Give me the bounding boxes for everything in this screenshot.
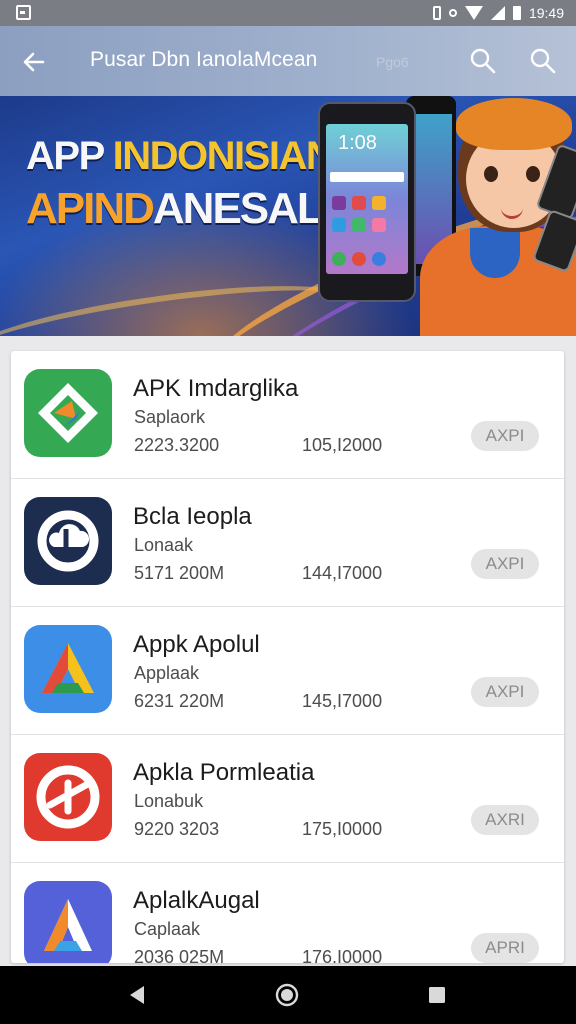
- app-downloads: 144,I7000: [302, 563, 383, 583]
- green-diamond-icon: [24, 369, 112, 457]
- search-alt-button[interactable]: [528, 46, 560, 78]
- nav-back-button[interactable]: [124, 982, 150, 1008]
- install-button[interactable]: AXRI: [471, 805, 539, 835]
- list-item[interactable]: Apkla Pormleatia Lonabuk 9220 3203 175,I…: [11, 735, 564, 863]
- search-button[interactable]: [468, 46, 500, 78]
- nav-home-button[interactable]: [274, 982, 300, 1008]
- tricolor-a-icon: [24, 625, 112, 713]
- app-size: 2223.3200: [134, 435, 220, 455]
- app-list: APK Imdarglika Saplaork 2223.3200 105,I2…: [11, 351, 564, 963]
- search-icon: [470, 48, 496, 74]
- app-developer: Saplaork: [134, 407, 206, 427]
- app-developer: Lonabuk: [134, 791, 204, 811]
- app-size: 9220 3203: [134, 819, 220, 839]
- list-item[interactable]: Appk Apolul Applaak 6231 220M 145,I7000 …: [11, 607, 564, 735]
- list-item[interactable]: AplalkAugal Caplaak 2036 025M 176,I0000 …: [11, 863, 564, 963]
- gallery-notification-icon: [16, 5, 31, 20]
- app-bar: Pusar Dbn IanolaMcean Pgo6: [0, 26, 576, 96]
- status-bar: 19:49: [0, 0, 576, 26]
- nav-recents-button[interactable]: [424, 982, 450, 1008]
- phone-illustration: 1:08: [318, 102, 416, 302]
- app-downloads: 175,I0000: [302, 819, 383, 839]
- arrow-left-icon: [23, 52, 45, 72]
- app-downloads: 176,I0000: [302, 947, 383, 963]
- page-title: Pusar Dbn IanolaMcean: [90, 48, 318, 71]
- banner-headline: APP INDONISIAN: [26, 134, 335, 178]
- purple-a-icon: [24, 881, 112, 963]
- search-icon: [530, 48, 556, 74]
- circle-home-icon: [275, 983, 299, 1007]
- app-bar-faint-label: Pgo6: [376, 54, 409, 70]
- app-developer: Applaak: [134, 663, 200, 683]
- app-name: APK Imdarglika: [133, 375, 299, 402]
- app-size: 2036 025M: [134, 947, 225, 963]
- wifi-icon: [464, 6, 483, 20]
- triangle-back-icon: [130, 986, 144, 1004]
- app-developer: Lonaak: [134, 535, 194, 555]
- app-name: Appk Apolul: [133, 631, 260, 658]
- list-item[interactable]: Bcla Ieopla Lonaak 5171 200M 144,I7000 A…: [11, 479, 564, 607]
- status-time: 19:49: [528, 5, 564, 21]
- battery-icon: [512, 6, 521, 20]
- square-recents-icon: [429, 987, 445, 1003]
- install-button[interactable]: APRI: [471, 933, 539, 963]
- app-developer: Caplaak: [134, 919, 201, 939]
- promo-banner[interactable]: APP INDONISIAN APINDANESAL 1:08: [0, 96, 576, 336]
- sync-icon: [448, 9, 457, 17]
- install-button[interactable]: AXPI: [471, 421, 539, 451]
- back-button[interactable]: [18, 46, 50, 78]
- system-nav-bar: [0, 966, 576, 1024]
- app-size: 6231 220M: [134, 691, 225, 711]
- app-downloads: 105,I2000: [302, 435, 383, 455]
- signal-icon: [490, 6, 505, 20]
- red-ring-icon: [24, 753, 112, 841]
- install-button[interactable]: AXPI: [471, 549, 539, 579]
- install-button[interactable]: AXPI: [471, 677, 539, 707]
- banner-subheadline: APINDANESAL: [26, 184, 324, 233]
- app-name: Apkla Pormleatia: [133, 759, 315, 786]
- vibrate-icon: [432, 6, 441, 20]
- status-icons: 19:49: [432, 4, 564, 22]
- app-name: Bcla Ieopla: [133, 503, 252, 530]
- list-item[interactable]: APK Imdarglika Saplaork 2223.3200 105,I2…: [11, 351, 564, 479]
- app-downloads: 145,I7000: [302, 691, 383, 711]
- cloud-ring-icon: [24, 497, 112, 585]
- app-size: 5171 200M: [134, 563, 225, 583]
- app-name: AplalkAugal: [133, 887, 260, 914]
